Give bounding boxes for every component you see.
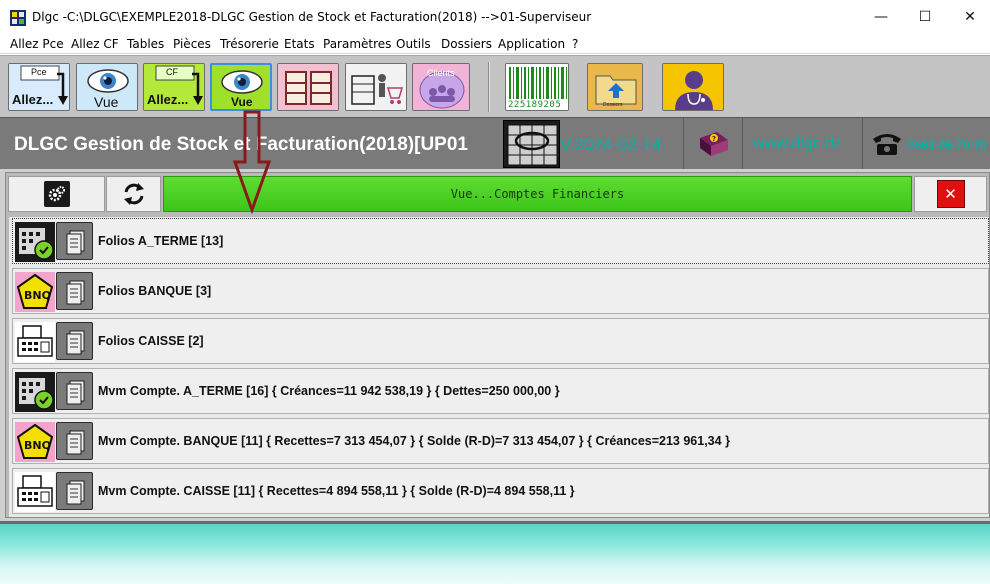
banner-website: www.dlgc.dz	[753, 135, 842, 152]
accounts-list: Folios A_TERME [13] BNQ Folios BANQUE [3…	[9, 217, 989, 517]
menu-etats[interactable]: Etats	[284, 37, 315, 51]
pages-icon	[56, 222, 93, 260]
toolbar-separator	[488, 62, 490, 112]
list-item[interactable]: Folios CAISSE [2]	[12, 318, 989, 364]
allez-cf-top-label: CF	[166, 67, 178, 77]
menu-dossiers[interactable]: Dossiers	[441, 37, 492, 51]
cash-register-icon	[15, 322, 55, 362]
settings-button[interactable]	[8, 176, 105, 212]
allez-pce-button[interactable]: Pce Allez...	[8, 63, 70, 111]
banner-separator	[683, 118, 684, 170]
list-item-label: Mvm Compte. CAISSE [11] { Recettes=4 894…	[98, 484, 575, 498]
svg-text:?: ?	[712, 135, 716, 143]
pages-icon	[56, 322, 93, 360]
menu-help[interactable]: ?	[572, 37, 578, 51]
grid-boxes-icon	[278, 64, 338, 110]
vue-cf-button[interactable]: Vue	[210, 63, 272, 111]
doctor-icon	[663, 64, 723, 110]
svg-text:BNQ: BNQ	[24, 289, 51, 302]
calendar-grid-icon[interactable]	[503, 120, 560, 168]
barcode-digits: 225189205	[508, 100, 562, 110]
clients-button[interactable]: Clients	[412, 63, 470, 111]
pages-icon	[56, 422, 93, 460]
panel-frame: Vue...Comptes Financiers ✕ Folios A_TERM…	[5, 172, 990, 518]
refresh-button[interactable]	[106, 176, 161, 212]
app-icon	[10, 10, 26, 26]
list-item-label: Mvm Compte. A_TERME [16] { Créances=11 9…	[98, 384, 560, 398]
list-item-label: Folios BANQUE [3]	[98, 284, 212, 298]
menu-allez-cf[interactable]: Allez CF	[71, 37, 119, 51]
title-bar: Dlgc -C:\DLGC\EXEMPLE2018-DLGC Gestion d…	[0, 0, 990, 34]
list-item[interactable]: Mvm Compte. A_TERME [16] { Créances=11 9…	[12, 368, 989, 414]
menu-bar: Allez Pce Allez CF Tables Pièces Trésore…	[0, 34, 990, 54]
pages-icon	[56, 472, 93, 510]
close-icon: ✕	[936, 180, 965, 208]
panel-header-title: Vue...Comptes Financiers	[450, 187, 625, 201]
vue-pieces-label: Vue	[94, 94, 119, 110]
calendar-clock-icon	[15, 372, 55, 412]
banner-phone: 0663-05-70-70	[908, 138, 987, 152]
list-item[interactable]: Mvm Compte. CAISSE [11] { Recettes=4 894…	[12, 468, 989, 514]
allez-cf-label: Allez...	[147, 92, 189, 107]
shop-button[interactable]	[345, 63, 407, 111]
barcode-button[interactable]: 225189205	[505, 63, 569, 111]
window-title: Dlgc -C:\DLGC\EXEMPLE2018-DLGC Gestion d…	[32, 10, 592, 24]
app-banner: DLGC Gestion de Stock et Facturation(201…	[0, 117, 990, 170]
calendar-clock-icon	[15, 222, 55, 262]
menu-parametres[interactable]: Paramètres	[323, 37, 391, 51]
minimize-button[interactable]: —	[858, 0, 904, 34]
banner-version: V.2024-02-14	[560, 135, 662, 154]
support-button[interactable]	[662, 63, 724, 111]
bnq-icon: BNQ	[15, 422, 55, 462]
menu-allez-pce[interactable]: Allez Pce	[10, 37, 64, 51]
bnq-icon: BNQ	[15, 272, 55, 312]
panel-close-button[interactable]: ✕	[914, 176, 987, 212]
menu-outils[interactable]: Outils	[396, 37, 431, 51]
list-item-label: Folios CAISSE [2]	[98, 334, 204, 348]
list-item-label: Folios A_TERME [13]	[98, 234, 224, 248]
panel-header: Vue...Comptes Financiers	[163, 176, 912, 212]
allez-pce-top-label: Pce	[31, 67, 47, 77]
dossiers-button[interactable]: Dossiers	[587, 63, 643, 111]
cash-register-icon	[15, 472, 55, 512]
gears-icon	[43, 181, 70, 207]
menu-tables[interactable]: Tables	[127, 37, 164, 51]
background-area	[0, 524, 990, 584]
vue-pieces-button[interactable]: Vue	[76, 63, 138, 111]
shop-cart-icon	[346, 64, 406, 110]
phone-icon	[873, 134, 901, 155]
annotation-arrow-icon	[232, 110, 272, 214]
menu-pieces[interactable]: Pièces	[173, 37, 211, 51]
tiers-grid-button[interactable]	[277, 63, 339, 111]
list-item[interactable]: BNQ Folios BANQUE [3]	[12, 268, 989, 314]
menu-application[interactable]: Application	[498, 37, 565, 51]
maximize-button[interactable]: ☐	[902, 0, 948, 34]
clients-label: Clients	[427, 68, 455, 78]
banner-separator	[742, 118, 743, 170]
allez-cf-button[interactable]: CF Allez...	[143, 63, 205, 111]
banner-separator	[862, 118, 863, 170]
refresh-icon	[123, 183, 144, 205]
list-item-label: Mvm Compte. BANQUE [11] { Recettes=7 313…	[98, 434, 730, 448]
toolbar: Pce Allez... Vue CF Allez... Vue Clients…	[0, 55, 990, 117]
allez-pce-label: Allez...	[12, 92, 54, 107]
close-window-button[interactable]: ✕	[947, 0, 990, 34]
pages-icon	[56, 372, 93, 410]
comptes-financiers-panel: Vue...Comptes Financiers ✕ Folios A_TERM…	[0, 169, 990, 521]
dossiers-label: Dossiers	[603, 102, 623, 108]
svg-text:BNQ: BNQ	[24, 439, 51, 452]
help-book-icon[interactable]: ?	[697, 128, 731, 160]
menu-tresorerie[interactable]: Trésorerie	[220, 37, 279, 51]
vue-cf-label: Vue	[231, 95, 253, 109]
list-item[interactable]: Folios A_TERME [13]	[12, 218, 989, 264]
list-item[interactable]: BNQ Mvm Compte. BANQUE [11] { Recettes=7…	[12, 418, 989, 464]
pages-icon	[56, 272, 93, 310]
